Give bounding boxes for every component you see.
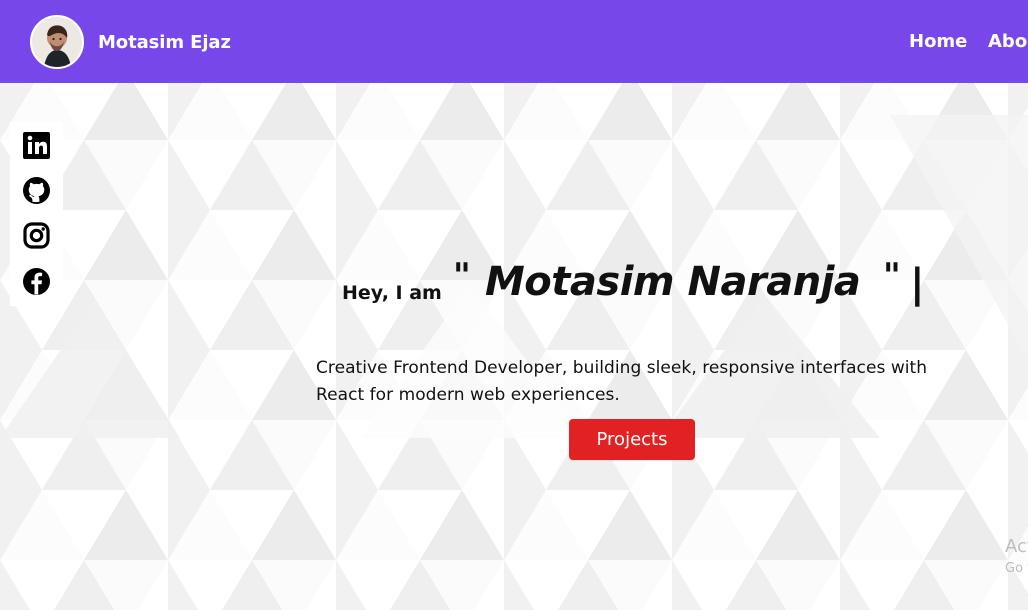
nav-link-about[interactable]: About: [988, 31, 1028, 53]
nav-link-home[interactable]: Home: [909, 31, 967, 53]
hero-description: Creative Frontend Developer, building sl…: [316, 358, 928, 405]
projects-button[interactable]: Projects: [569, 419, 695, 460]
typing-cursor: |: [910, 261, 925, 307]
hero-section: Hey, I am " Motasim Naranja " | Creative…: [0, 0, 1028, 610]
avatar-portrait-icon: [32, 17, 82, 67]
brand-name: Motasim Ejaz: [98, 31, 231, 53]
closing-quote: ": [883, 256, 901, 296]
hero-greeting: Hey, I am: [342, 282, 442, 304]
profile-avatar: [30, 15, 84, 69]
top-navigation-bar: Motasim Ejaz Home About: [0, 0, 1028, 83]
brand-link[interactable]: Motasim Ejaz: [30, 15, 231, 69]
portfolio-page: Motasim Ejaz Home About: [0, 0, 1028, 610]
opening-quote: ": [453, 256, 471, 296]
hero-name: Motasim Naranja: [485, 259, 861, 305]
